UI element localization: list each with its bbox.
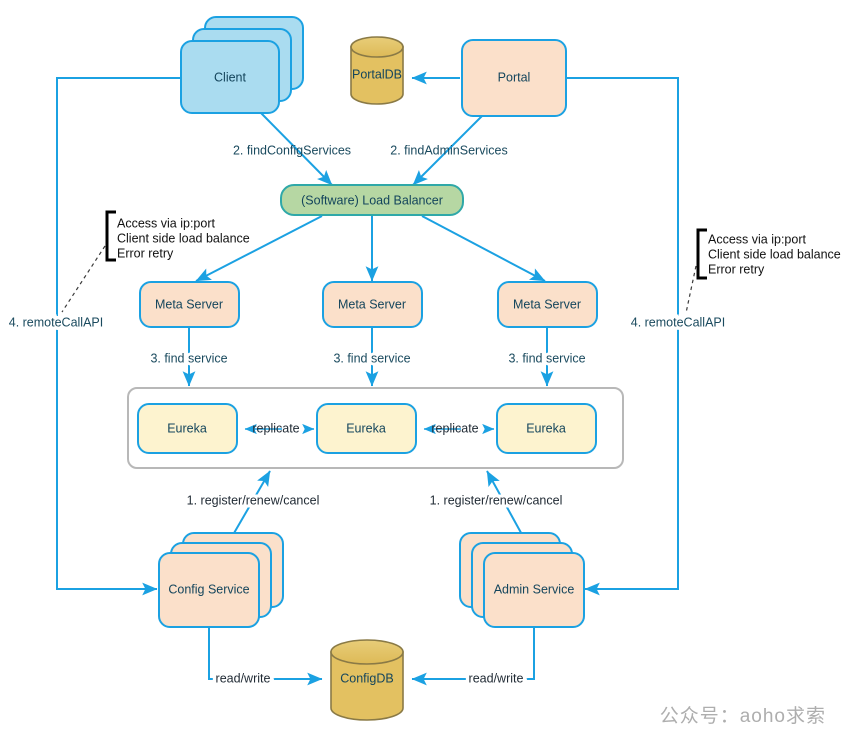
edge-label-remote-call-right-group: 4. remoteCallAPI	[627, 312, 728, 333]
edge-portal-to-admin-service	[566, 77, 679, 596]
annotation-right-line-1: Access via ip:port	[708, 232, 806, 246]
node-eureka-right[interactable]: Eureka	[496, 403, 597, 454]
node-portal-label: Portal	[498, 70, 531, 84]
edge-meta-left-to-eureka: 3. find service	[147, 328, 231, 387]
node-config-service-label: Config Service	[168, 582, 249, 596]
node-load-balancer[interactable]: (Software) Load Balancer	[280, 184, 464, 216]
node-meta-server-right[interactable]: Meta Server	[497, 281, 598, 328]
node-eureka-center-label: Eureka	[346, 421, 386, 435]
edge-label-find-admin-services: 2. findAdminServices	[390, 143, 507, 157]
node-load-balancer-label: (Software) Load Balancer	[301, 193, 443, 207]
edge-admin-service-to-eureka: 1. register/renew/cancel	[427, 470, 565, 541]
node-meta-server-center-label: Meta Server	[338, 297, 406, 311]
edge-label-replicate-right: replicate	[431, 421, 478, 435]
edge-label-find-service-center: 3. find service	[333, 351, 410, 365]
edge-config-service-to-configdb: read/write	[208, 628, 323, 689]
node-meta-server-center[interactable]: Meta Server	[322, 281, 423, 328]
edge-label-remote-call-right: 4. remoteCallAPI	[631, 315, 725, 329]
node-eureka-left-label: Eureka	[167, 421, 207, 435]
edge-config-service-to-eureka: 1. register/renew/cancel	[184, 470, 322, 541]
node-admin-service-label: Admin Service	[494, 582, 575, 596]
node-meta-server-left-label: Meta Server	[155, 297, 223, 311]
node-meta-server-right-label: Meta Server	[513, 297, 581, 311]
edge-label-remote-call-left: 4. remoteCallAPI	[9, 315, 103, 329]
annotation-right: Access via ip:port Client side load bala…	[685, 228, 841, 314]
edge-label-remote-call-left-group: 4. remoteCallAPI	[5, 312, 106, 333]
edge-label-find-service-right: 3. find service	[508, 351, 585, 365]
annotation-right-line-2: Client side load balance	[708, 247, 841, 261]
edge-meta-center-to-eureka: 3. find service	[330, 328, 414, 387]
node-portaldb[interactable]: PortalDB	[350, 36, 404, 105]
annotation-left-line-3: Error retry	[117, 246, 174, 260]
node-eureka-center[interactable]: Eureka	[316, 403, 417, 454]
edge-label-register-left: 1. register/renew/cancel	[187, 493, 320, 507]
node-portal[interactable]: Portal	[461, 39, 567, 117]
node-meta-server-left[interactable]: Meta Server	[139, 281, 240, 328]
edge-label-find-service-left: 3. find service	[150, 351, 227, 365]
edge-replicate-right: replicate	[423, 421, 495, 435]
annotation-left-line-1: Access via ip:port	[117, 216, 215, 230]
edge-label-register-right: 1. register/renew/cancel	[430, 493, 563, 507]
edge-lb-to-meta-right	[421, 215, 546, 282]
edge-client-to-load-balancer: 2. findConfigServices	[233, 112, 351, 186]
node-eureka-right-label: Eureka	[526, 421, 566, 435]
node-client[interactable]: Client	[180, 16, 304, 114]
node-configdb-label: ConfigDB	[340, 671, 394, 685]
annotation-left-line-2: Client side load balance	[117, 231, 250, 245]
edge-admin-service-to-configdb: read/write	[411, 628, 535, 689]
node-eureka-left[interactable]: Eureka	[137, 403, 238, 454]
edge-label-find-config-services: 2. findConfigServices	[233, 143, 351, 157]
watermark: 公众号：aoho求索	[660, 705, 826, 727]
node-client-label: Client	[214, 70, 246, 84]
node-admin-service[interactable]: Admin Service	[459, 532, 585, 628]
node-configdb[interactable]: ConfigDB	[330, 639, 404, 721]
edge-label-read-write-left: read/write	[216, 671, 271, 685]
edge-replicate-left: replicate	[244, 421, 315, 435]
edge-label-replicate-left: replicate	[252, 421, 299, 435]
node-portaldb-label: PortalDB	[352, 67, 402, 81]
annotation-right-line-3: Error retry	[708, 262, 765, 276]
architecture-diagram: Client PortalDB Portal 2. findConfigServ…	[5, 16, 841, 727]
node-config-service[interactable]: Config Service	[158, 532, 284, 628]
edge-label-read-write-right: read/write	[469, 671, 524, 685]
edge-portal-to-load-balancer: 2. findAdminServices	[390, 115, 508, 186]
edge-meta-right-to-eureka: 3. find service	[505, 328, 589, 387]
edge-client-to-config-service	[56, 77, 182, 596]
